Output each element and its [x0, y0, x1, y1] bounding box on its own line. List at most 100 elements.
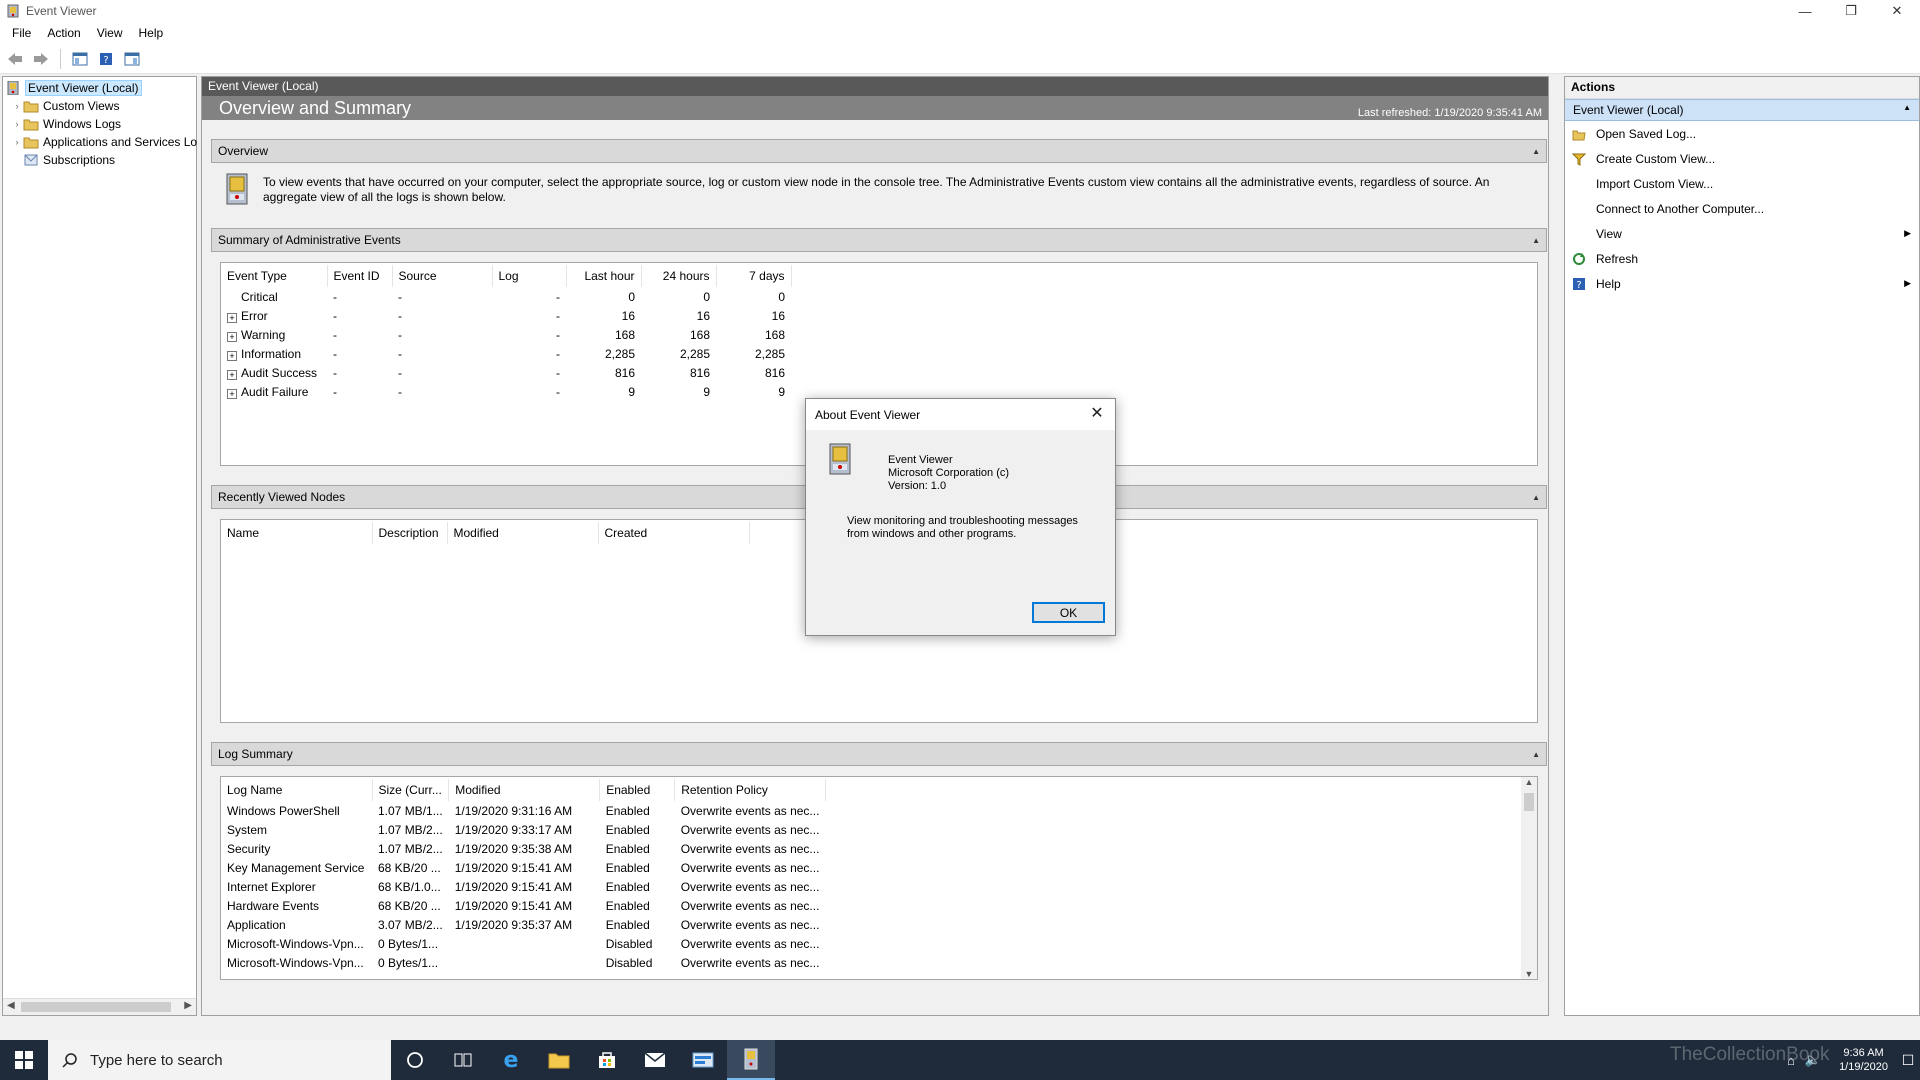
- start-button[interactable]: [0, 1040, 48, 1080]
- expand-plus-icon[interactable]: +: [227, 388, 237, 399]
- table-row[interactable]: Microsoft-Windows-Vpn... 0 Bytes/1... Disa…: [221, 953, 825, 972]
- column-header[interactable]: Last hour: [566, 265, 642, 287]
- table-row[interactable]: Microsoft-Windows-Vpn... 0 Bytes/1... Disa…: [221, 934, 825, 953]
- svg-text:e: e: [504, 1049, 519, 1071]
- table-row[interactable]: Key Management Service 68 KB/20 ... 1/19/2…: [221, 858, 825, 877]
- forward-button[interactable]: [30, 48, 52, 70]
- table-row[interactable]: Internet Explorer 68 KB/1.0... 1/19/2020 9…: [221, 877, 825, 896]
- summary-section-header[interactable]: Summary of Administrative Events ▲: [211, 228, 1547, 252]
- column-header[interactable]: 7 days: [716, 265, 792, 287]
- column-header[interactable]: Log Name: [221, 779, 373, 801]
- menu-view[interactable]: View: [89, 24, 131, 42]
- notifications-icon[interactable]: ☐: [1896, 1052, 1920, 1069]
- collapse-icon[interactable]: ▲: [1532, 750, 1540, 759]
- cortana-button[interactable]: [391, 1040, 439, 1080]
- expand-arrow-icon[interactable]: ›: [11, 101, 23, 111]
- tree-item-windows-logs[interactable]: › Windows Logs: [11, 115, 122, 133]
- tree-horizontal-scrollbar[interactable]: ◀ ▶: [3, 998, 196, 1015]
- show-hide-tree-button[interactable]: [69, 48, 91, 70]
- table-row[interactable]: + Audit Failure - - - 9 9 9: [221, 382, 791, 401]
- collapse-icon[interactable]: ▲: [1532, 493, 1540, 502]
- mail-button[interactable]: [631, 1040, 679, 1080]
- overview-section-header[interactable]: Overview ▲: [211, 139, 1547, 163]
- event-viewer-taskbar-button[interactable]: [727, 1040, 775, 1080]
- scroll-thumb[interactable]: [21, 1002, 171, 1012]
- expand-arrow-icon[interactable]: ›: [11, 137, 23, 147]
- column-header[interactable]: Created: [598, 522, 750, 544]
- table-row[interactable]: Security 1.07 MB/2... 1/19/2020 9:35:38 AM…: [221, 839, 825, 858]
- column-header[interactable]: Event ID: [327, 265, 393, 287]
- log-summary-vertical-scrollbar[interactable]: ▲ ▼: [1521, 777, 1537, 979]
- action-open-saved-log[interactable]: Open Saved Log...: [1565, 121, 1919, 146]
- actions-pane: Actions Event Viewer (Local) ▲ Open Save…: [1564, 76, 1920, 1016]
- column-header[interactable]: Retention Policy: [674, 779, 826, 801]
- expand-plus-icon[interactable]: +: [227, 312, 237, 323]
- action-help[interactable]: ? Help ▶: [1565, 271, 1919, 296]
- restore-button[interactable]: ❐: [1828, 0, 1874, 22]
- column-header[interactable]: Name: [221, 522, 373, 544]
- menu-help[interactable]: Help: [131, 24, 172, 42]
- column-header[interactable]: Event Type: [221, 265, 328, 287]
- column-header[interactable]: Source: [392, 265, 493, 287]
- server-manager-button[interactable]: [679, 1040, 727, 1080]
- page-title: Overview and Summary: [219, 98, 412, 118]
- expand-plus-icon[interactable]: +: [227, 331, 237, 342]
- tree-item-subscriptions[interactable]: Subscriptions: [11, 151, 115, 169]
- scroll-down-icon[interactable]: ▼: [1521, 969, 1537, 979]
- scroll-up-icon[interactable]: ▲: [1521, 777, 1537, 787]
- dialog-close-icon[interactable]: ✕: [1087, 405, 1107, 425]
- column-header[interactable]: Description: [372, 522, 448, 544]
- tree-item-custom-views[interactable]: › Custom Views: [11, 97, 120, 115]
- action-import-custom-view[interactable]: Import Custom View...: [1565, 171, 1919, 196]
- action-connect-another-computer[interactable]: Connect to Another Computer...: [1565, 196, 1919, 221]
- help-toolbar-button[interactable]: ?: [95, 48, 117, 70]
- column-header[interactable]: 24 hours: [641, 265, 717, 287]
- back-button[interactable]: [4, 48, 26, 70]
- collapse-icon[interactable]: ▲: [1903, 103, 1911, 117]
- tree-item-applications-services[interactable]: › Applications and Services Lo: [11, 133, 198, 151]
- action-refresh[interactable]: Refresh: [1565, 246, 1919, 271]
- tree-item-event-viewer-local[interactable]: Event Viewer (Local): [5, 79, 142, 97]
- collapse-icon[interactable]: ▲: [1532, 147, 1540, 156]
- scroll-left-icon[interactable]: ◀: [7, 1000, 15, 1011]
- column-header[interactable]: Modified: [447, 522, 599, 544]
- table-row[interactable]: + Information - - - 2,285 2,285 2,285: [221, 344, 791, 363]
- column-header[interactable]: Log: [492, 265, 567, 287]
- menu-file[interactable]: File: [4, 24, 39, 42]
- taskbar-search-box[interactable]: Type here to search: [48, 1040, 391, 1080]
- menu-action[interactable]: Action: [39, 24, 88, 42]
- task-view-button[interactable]: [439, 1040, 487, 1080]
- column-header[interactable]: Modified: [448, 779, 601, 801]
- actions-group-header[interactable]: Event Viewer (Local) ▲: [1565, 99, 1919, 121]
- show-hide-action-button[interactable]: [121, 48, 143, 70]
- table-row[interactable]: + Error - - - 16 16 16: [221, 306, 791, 325]
- log-summary-section-header[interactable]: Log Summary ▲: [211, 742, 1547, 766]
- table-row[interactable]: + Audit Success - - - 816 816 816: [221, 363, 791, 382]
- file-explorer-button[interactable]: [535, 1040, 583, 1080]
- table-row[interactable]: Windows PowerShell 1.07 MB/1... 1/19/2020 …: [221, 801, 825, 820]
- action-create-custom-view[interactable]: Create Custom View...: [1565, 146, 1919, 171]
- column-header[interactable]: Enabled: [599, 779, 676, 801]
- action-view[interactable]: View ▶: [1565, 221, 1919, 246]
- store-button[interactable]: [583, 1040, 631, 1080]
- expand-plus-icon[interactable]: +: [227, 369, 237, 380]
- table-row[interactable]: + Warning - - - 168 168 168: [221, 325, 791, 344]
- expand-plus-icon[interactable]: +: [227, 350, 237, 361]
- table-row[interactable]: Critical - - - 0 0 0: [221, 287, 791, 306]
- subscriptions-icon: [24, 154, 38, 166]
- edge-button[interactable]: e: [487, 1040, 535, 1080]
- table-row[interactable]: System 1.07 MB/2... 1/19/2020 9:33:17 AM En…: [221, 820, 825, 839]
- scroll-thumb[interactable]: [1524, 793, 1534, 811]
- clock[interactable]: 9:36 AM 1/19/2020: [1831, 1046, 1896, 1074]
- scroll-right-icon[interactable]: ▶: [184, 1000, 192, 1011]
- app-name: Event Viewer: [888, 454, 953, 466]
- close-button[interactable]: ✕: [1874, 0, 1920, 22]
- summary-table: Event Type Event ID Source Log Last hour…: [221, 265, 792, 401]
- collapse-icon[interactable]: ▲: [1532, 236, 1540, 245]
- table-row[interactable]: Application 3.07 MB/2... 1/19/2020 9:35:37…: [221, 915, 825, 934]
- minimize-button[interactable]: —: [1782, 0, 1828, 22]
- table-row[interactable]: Hardware Events 68 KB/20 ... 1/19/2020 9:1…: [221, 896, 825, 915]
- column-header[interactable]: Size (Curr...: [372, 779, 450, 801]
- expand-arrow-icon[interactable]: ›: [11, 119, 23, 129]
- ok-button[interactable]: OK: [1032, 602, 1105, 623]
